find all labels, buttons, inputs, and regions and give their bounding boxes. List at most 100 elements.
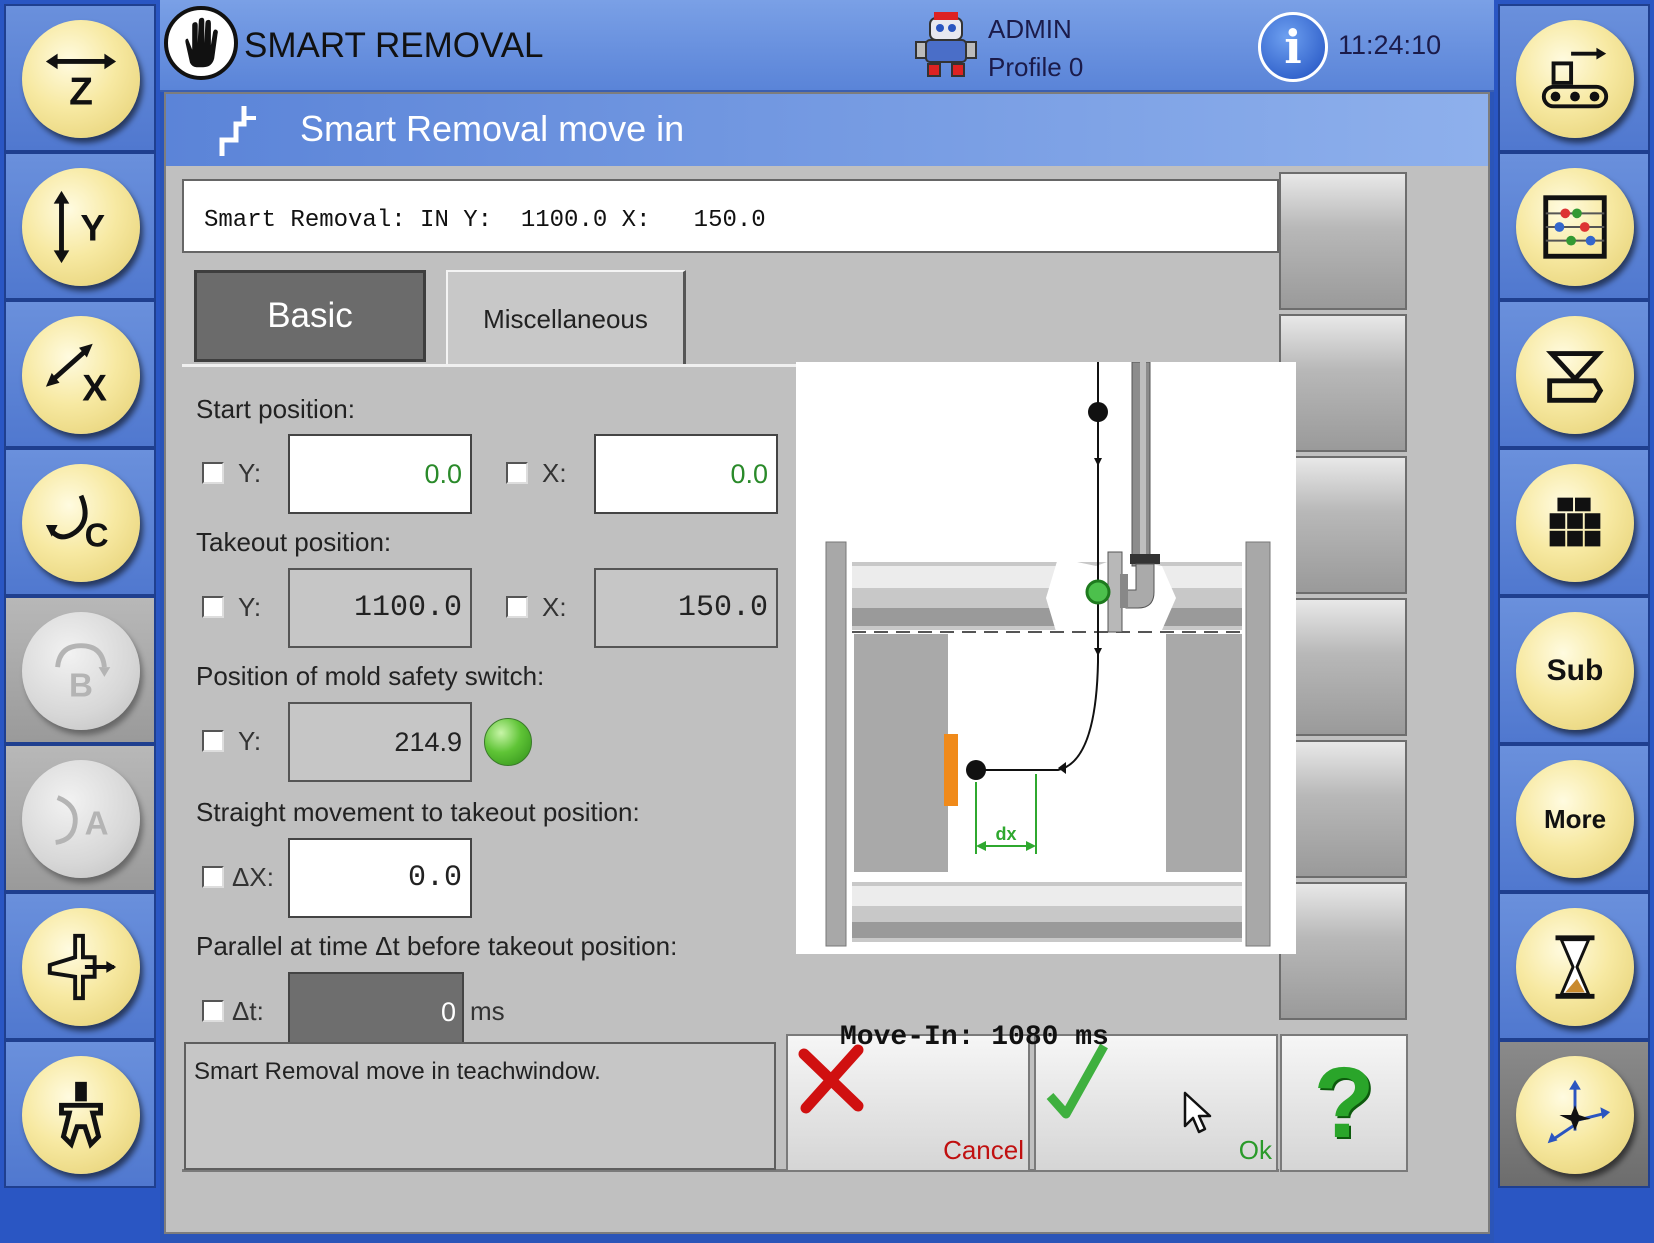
sidebar-cell-more: More [1498, 744, 1650, 892]
straight-dx-field[interactable]: 0.0 [288, 838, 472, 918]
takeout-y-label: Y: [238, 592, 262, 622]
straight-movement-label: Straight movement to takeout position: [196, 797, 640, 827]
svg-text:A: A [85, 806, 109, 843]
stack-button[interactable] [1516, 464, 1634, 582]
sidebar-cell-conveyor [1498, 4, 1650, 152]
timer-button[interactable] [1516, 908, 1634, 1026]
parallel-dt-label: Δt: [232, 996, 264, 1026]
axes-home-button[interactable] [1516, 1056, 1634, 1174]
dialog-title: Smart Removal move in [300, 108, 685, 149]
page-title: SMART REMOVAL [244, 26, 544, 65]
mold-safety-y-field[interactable]: 214.9 [288, 702, 472, 782]
softkey-5[interactable] [1279, 740, 1407, 878]
b-axis-button[interactable]: B [22, 612, 140, 730]
left-sidebar: Z Y X C B A [0, 0, 160, 1243]
help-button[interactable]: ? [1280, 1034, 1408, 1172]
ejector-icon [47, 933, 117, 1001]
user-info: ADMIN Profile 0 [988, 10, 1083, 86]
mold-safety-y-label: Y: [238, 726, 262, 756]
mold-icon [1546, 351, 1604, 403]
start-x-field[interactable]: 0.0 [594, 434, 778, 514]
info-icon[interactable]: i [1258, 12, 1328, 82]
sidebar-cell-counter [1498, 152, 1650, 300]
start-position-label: Start position: [196, 394, 355, 424]
removal-path-diagram: dx [825, 361, 1271, 947]
tab-miscellaneous[interactable]: Miscellaneous [446, 270, 686, 366]
softkey-2[interactable] [1279, 314, 1407, 452]
user-profile: Profile 0 [988, 52, 1084, 82]
b-rotation-icon: B [55, 643, 111, 704]
takeout-y-field[interactable]: 1100.0 [288, 568, 472, 648]
sidebar-cell-x: X [4, 300, 156, 448]
ejector-button[interactable] [22, 908, 140, 1026]
removal-diagram: dx [796, 361, 1296, 954]
sidebar-cell-c: C [4, 448, 156, 596]
conveyor-button[interactable] [1516, 20, 1634, 138]
clock: 11:24:10 [1338, 30, 1442, 60]
a-rotation-icon: A [55, 795, 109, 845]
sidebar-cell-stack [1498, 448, 1650, 596]
straight-dx-checkbox[interactable] [202, 866, 224, 888]
ok-button[interactable]: Ok [1034, 1034, 1278, 1172]
sidebar-cell-gripper [4, 1040, 156, 1188]
a-axis-button[interactable]: A [22, 760, 140, 878]
gripper-icon [59, 1081, 103, 1149]
status-line: Smart Removal: IN Y: 1100.0 X: 150.0 [182, 179, 1279, 253]
sidebar-cell-sub: Sub [1498, 596, 1650, 744]
softkey-3[interactable] [1279, 456, 1407, 594]
dx-label: dx [995, 824, 1016, 844]
z-axis-button[interactable]: Z [22, 20, 140, 138]
takeout-y-checkbox[interactable] [202, 596, 224, 618]
cross-icon [798, 1044, 864, 1114]
svg-text:Z: Z [69, 70, 93, 113]
right-sidebar: Sub More [1494, 0, 1654, 1243]
ok-label: Ok [1238, 1135, 1272, 1165]
takeout-x-field[interactable]: 150.0 [594, 568, 778, 648]
sidebar-cell-axes [1498, 1040, 1650, 1188]
manual-mode-button[interactable] [164, 6, 238, 80]
sidebar-cell-timer [1498, 892, 1650, 1040]
start-x-checkbox[interactable] [506, 462, 528, 484]
start-y-field[interactable]: 0.0 [288, 434, 472, 514]
sidebar-cell-ejector [4, 892, 156, 1040]
y-axis-button[interactable]: Y [22, 168, 140, 286]
sub-button[interactable]: Sub [1516, 612, 1634, 730]
gripper-button[interactable] [22, 1056, 140, 1174]
softkey-1[interactable] [1279, 172, 1407, 310]
mouse-cursor-icon [1183, 1091, 1212, 1134]
sidebar-cell-z: Z [4, 4, 156, 152]
parallel-dt-checkbox[interactable] [202, 1000, 224, 1022]
softkey-4[interactable] [1279, 598, 1407, 736]
hourglass-icon [1555, 935, 1595, 999]
start-y-checkbox[interactable] [202, 462, 224, 484]
sidebar-cell-b: B [4, 596, 156, 744]
mold-button[interactable] [1516, 316, 1634, 434]
parallel-dt-field[interactable]: 0 [288, 972, 464, 1052]
x-axis-icon: X [45, 343, 107, 408]
svg-text:C: C [85, 517, 109, 554]
counter-button[interactable] [1516, 168, 1634, 286]
c-axis-button[interactable]: C [22, 464, 140, 582]
sidebar-cell-a: A [4, 744, 156, 892]
mold-safety-label: Position of mold safety switch: [196, 661, 545, 691]
c-rotation-icon: C [45, 494, 109, 554]
sidebar-cell-y: Y [4, 152, 156, 300]
axes-icon [1547, 1079, 1611, 1144]
mold-safety-y-checkbox[interactable] [202, 730, 224, 752]
straight-dx-label: ΔX: [232, 862, 274, 892]
softkey-6[interactable] [1279, 882, 1407, 1020]
cancel-label: Cancel [943, 1135, 1024, 1165]
tab-basic[interactable]: Basic [194, 270, 426, 362]
abacus-icon [1543, 195, 1607, 259]
cancel-button[interactable]: Cancel [786, 1034, 1030, 1172]
svg-text:Y: Y [80, 207, 105, 249]
x-axis-button[interactable]: X [22, 316, 140, 434]
hand-icon [185, 17, 218, 68]
user-avatar-icon [912, 10, 980, 82]
takeout-x-checkbox[interactable] [506, 596, 528, 618]
y-axis-icon: Y [53, 190, 105, 264]
user-name: ADMIN [988, 14, 1072, 44]
move-in-time: Move-In: 1080 ms [840, 1022, 1109, 1053]
more-button[interactable]: More [1516, 760, 1634, 878]
svg-text:B: B [69, 667, 93, 704]
